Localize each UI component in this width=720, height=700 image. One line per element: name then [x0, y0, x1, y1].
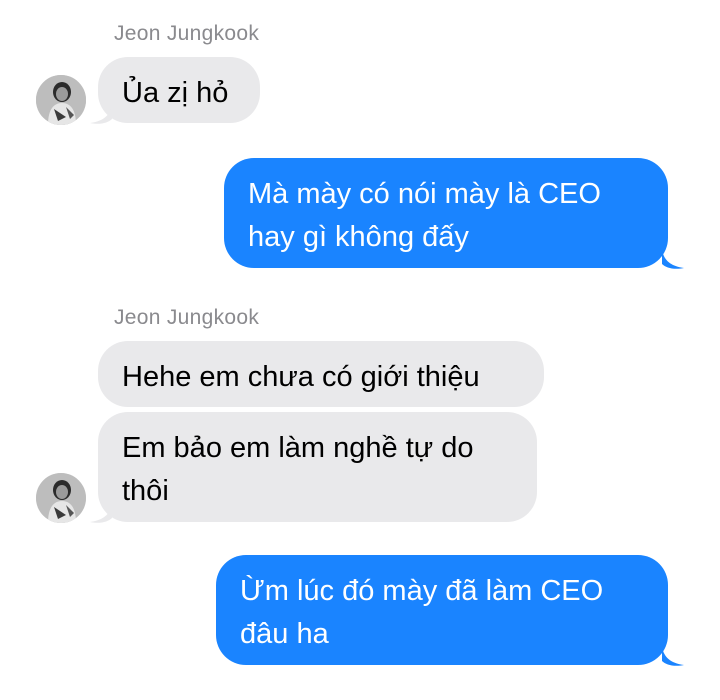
message-text-line-2: đâu ha	[240, 618, 329, 650]
message-text: Ủa zị hỏ	[122, 77, 229, 109]
message-text-line-1: Ừm lúc đó mày đã làm CEO	[240, 575, 604, 607]
message-text-line-1: Mà mày có nói mày là CEO	[248, 178, 601, 210]
incoming-bubble-tail	[90, 504, 112, 523]
message-text-line-2: thôi	[122, 475, 169, 507]
message-text-line-2: hay gì không đấy	[248, 221, 469, 253]
person-photo-icon	[36, 75, 86, 125]
outgoing-message-bubble[interactable]: Ừm lúc đó mày đã làm CEO đâu ha	[216, 555, 668, 665]
message-text-line-1: Em bảo em làm nghề tự do	[122, 432, 474, 464]
contact-avatar[interactable]	[36, 473, 86, 523]
contact-avatar[interactable]	[36, 75, 86, 125]
incoming-message-bubble[interactable]: Ủa zị hỏ	[98, 57, 260, 123]
incoming-message-bubble[interactable]: Hehe em chưa có giới thiệu	[98, 341, 544, 407]
outgoing-bubble-tail	[662, 647, 684, 666]
message-text: Hehe em chưa có giới thiệu	[122, 361, 480, 393]
sender-name: Jeon Jungkook	[114, 306, 260, 329]
sender-name: Jeon Jungkook	[114, 22, 260, 45]
person-photo-icon	[36, 473, 86, 523]
outgoing-message-bubble[interactable]: Mà mày có nói mày là CEO hay gì không đấ…	[224, 158, 668, 268]
incoming-message-bubble[interactable]: Em bảo em làm nghề tự do thôi	[98, 412, 537, 522]
outgoing-bubble-tail	[662, 250, 684, 269]
incoming-bubble-tail	[90, 105, 112, 124]
